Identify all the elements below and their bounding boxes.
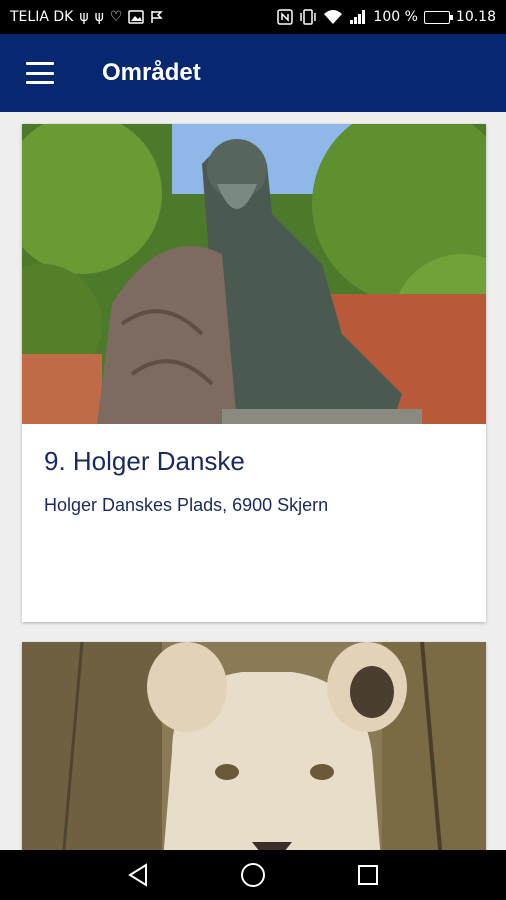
battery-icon bbox=[423, 10, 453, 24]
battery-percent: 100 % bbox=[373, 9, 418, 25]
menu-icon[interactable] bbox=[26, 62, 54, 84]
vibrate-icon bbox=[299, 9, 317, 25]
card-title: 9. Holger Danske bbox=[44, 446, 245, 476]
app-bar: Området bbox=[0, 34, 506, 112]
signal-icon bbox=[349, 9, 367, 25]
usb-icon: ψ bbox=[94, 9, 104, 25]
card-list[interactable]: 9. Holger Danske Holger Danskes Plads, 6… bbox=[0, 112, 506, 850]
status-right: 100 % 10.18 bbox=[277, 9, 496, 25]
place-card[interactable] bbox=[22, 642, 486, 850]
lion-photo bbox=[22, 642, 486, 850]
nfc-icon bbox=[277, 9, 294, 25]
recents-icon[interactable] bbox=[348, 855, 388, 895]
system-nav-bar bbox=[0, 850, 506, 900]
clock: 10.18 bbox=[455, 9, 496, 25]
status-left: TELIA DK ψ ψ ♡ bbox=[10, 9, 164, 25]
wifi-icon bbox=[323, 9, 343, 25]
status-bar: TELIA DK ψ ψ ♡ 100 % 10.18 bbox=[0, 0, 506, 34]
usb-icon: ψ bbox=[79, 9, 89, 25]
image-icon bbox=[128, 10, 145, 24]
page-title: Området bbox=[102, 59, 201, 86]
place-card[interactable]: 9. Holger Danske Holger Danskes Plads, 6… bbox=[22, 124, 486, 622]
flag-icon bbox=[150, 10, 164, 24]
home-icon[interactable] bbox=[233, 855, 273, 895]
back-icon[interactable] bbox=[118, 855, 158, 895]
statue-photo bbox=[22, 124, 486, 424]
card-address: Holger Danskes Plads, 6900 Skjern bbox=[44, 495, 329, 515]
carrier-label: TELIA DK bbox=[10, 9, 74, 25]
heart-icon: ♡ bbox=[109, 9, 123, 25]
